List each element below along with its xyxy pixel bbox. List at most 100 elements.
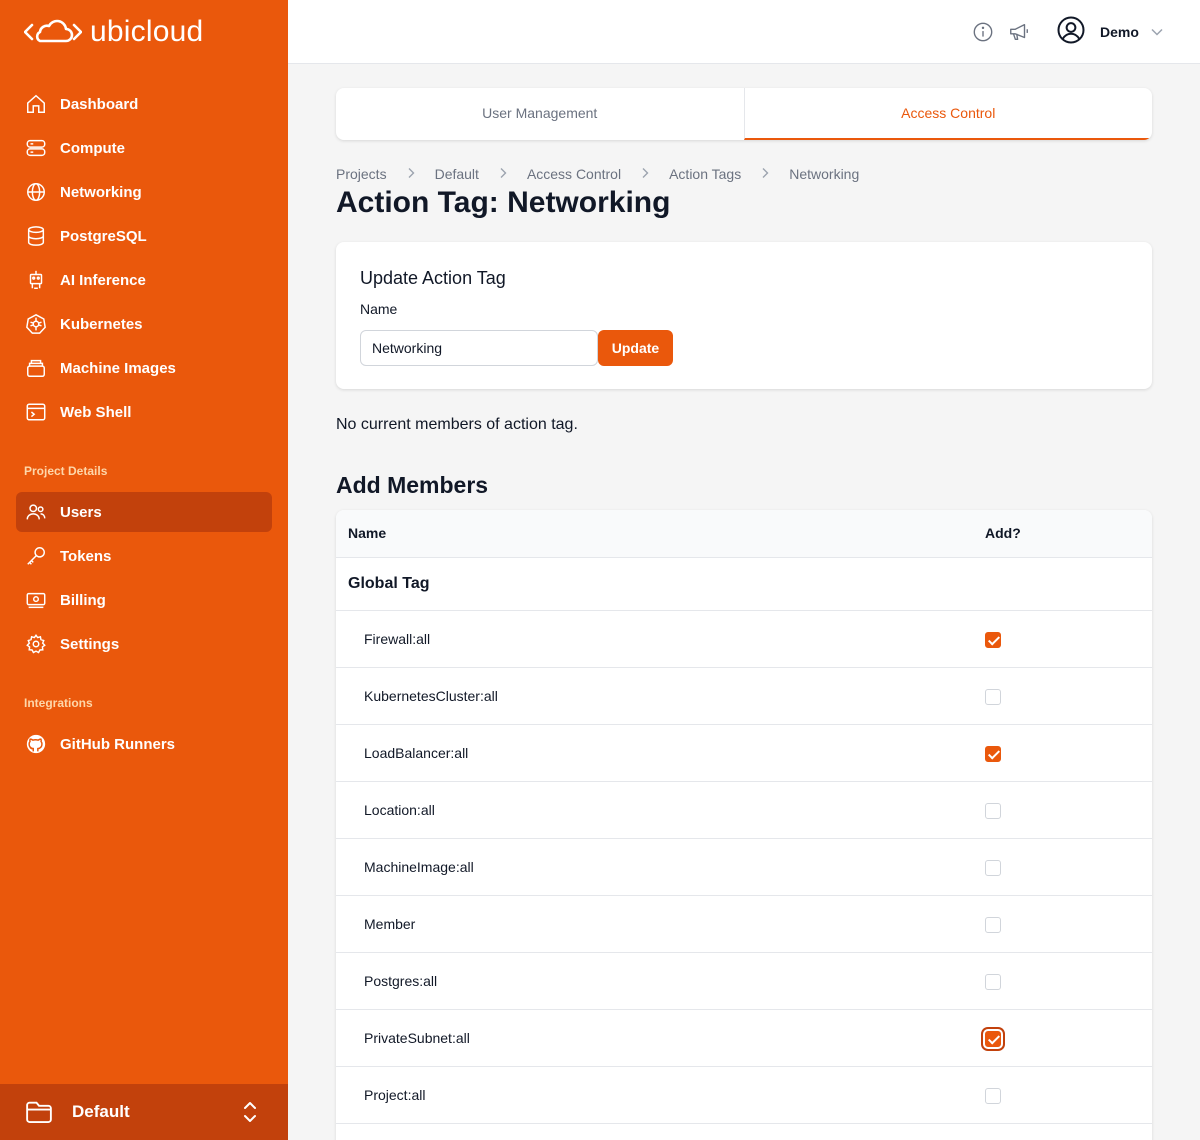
sidebar-item-postgresql[interactable]: PostgreSQL <box>16 216 272 256</box>
sidebar-item-label: PostgreSQL <box>60 227 147 245</box>
page-title: Action Tag: Networking <box>336 186 671 219</box>
info-icon[interactable] <box>971 20 995 44</box>
add-checkbox[interactable] <box>985 803 1001 819</box>
update-button[interactable]: Update <box>598 330 673 366</box>
tab-user-management[interactable]: User Management <box>336 88 744 140</box>
key-icon <box>24 544 48 568</box>
sidebar-item-label: Users <box>60 503 102 521</box>
brand-logo[interactable]: ubicloud <box>24 14 203 50</box>
home-icon <box>24 92 48 116</box>
folder-icon <box>24 1097 54 1127</box>
breadcrumb-item[interactable]: Access Control <box>527 166 621 182</box>
sidebar-item-github-runners[interactable]: GitHub Runners <box>16 724 272 764</box>
users-icon <box>24 500 48 524</box>
billing-icon <box>24 588 48 612</box>
add-checkbox[interactable] <box>985 1031 1001 1047</box>
megaphone-icon[interactable] <box>1007 20 1031 44</box>
sidebar-item-machine-images[interactable]: Machine Images <box>16 348 272 388</box>
section-label-project-details: Project Details <box>24 464 108 478</box>
breadcrumb-item[interactable]: Projects <box>336 166 387 182</box>
chevron-down-icon <box>1151 23 1163 41</box>
table-row: Firewall:all <box>336 611 1152 668</box>
sidebar-item-settings[interactable]: Settings <box>16 624 272 664</box>
table-row: Location:all <box>336 782 1152 839</box>
add-checkbox[interactable] <box>985 632 1001 648</box>
top-bar: Demo <box>288 0 1200 64</box>
chevron-right-icon <box>641 166 649 182</box>
server-icon <box>24 136 48 160</box>
member-label: PrivateSubnet:all <box>364 1030 470 1046</box>
table-row: Member <box>336 896 1152 953</box>
sidebar-item-tokens[interactable]: Tokens <box>16 536 272 576</box>
table-row: LoadBalancer:all <box>336 725 1152 782</box>
breadcrumb: Projects Default Access Control Action T… <box>336 164 859 184</box>
project-nav: Users Tokens Billing Settings <box>16 492 272 668</box>
add-checkbox[interactable] <box>985 917 1001 933</box>
sidebar-item-networking[interactable]: Networking <box>16 172 272 212</box>
member-label: Location:all <box>364 802 435 818</box>
no-members-text: No current members of action tag. <box>336 416 578 433</box>
add-checkbox[interactable] <box>985 1088 1001 1104</box>
github-icon <box>24 732 48 756</box>
sidebar-item-label: AI Inference <box>60 271 146 289</box>
sidebar-item-billing[interactable]: Billing <box>16 580 272 620</box>
member-label: Member <box>364 916 416 932</box>
sidebar-item-label: Web Shell <box>60 403 132 421</box>
member-label: KubernetesCluster:all <box>364 688 498 704</box>
name-label: Name <box>360 301 398 317</box>
tab-access-control[interactable]: Access Control <box>743 88 1152 140</box>
table-row: PrivateSubnet:all <box>336 1010 1152 1067</box>
column-header-add: Add? <box>985 525 1021 541</box>
sidebar-item-label: Compute <box>60 139 125 157</box>
user-name: Demo <box>1100 24 1139 40</box>
integrations-nav: GitHub Runners <box>16 724 272 768</box>
sidebar-item-label: Tokens <box>60 547 112 565</box>
chevron-right-icon <box>499 166 507 182</box>
add-checkbox[interactable] <box>985 860 1001 876</box>
member-label: Firewall:all <box>364 631 431 647</box>
sidebar-item-users[interactable]: Users <box>16 492 272 532</box>
robot-icon <box>24 268 48 292</box>
group-row: Global Tag <box>336 558 1152 611</box>
table-header: Name Add? <box>336 510 1152 558</box>
table-row: Project:all <box>336 1067 1152 1124</box>
table-row: KubernetesCluster:all <box>336 668 1152 725</box>
sidebar-item-label: Kubernetes <box>60 315 143 333</box>
sidebar-item-label: Machine Images <box>60 359 176 377</box>
chevron-up-down-icon <box>242 1100 258 1129</box>
sidebar-item-label: Networking <box>60 183 142 201</box>
layers-icon <box>24 356 48 380</box>
add-checkbox[interactable] <box>985 746 1001 762</box>
breadcrumb-item[interactable]: Default <box>435 166 479 182</box>
breadcrumb-item[interactable]: Action Tags <box>669 166 741 182</box>
sidebar-item-compute[interactable]: Compute <box>16 128 272 168</box>
table-row: Postgres:all <box>336 953 1152 1010</box>
gear-icon <box>24 632 48 656</box>
project-switcher[interactable]: Default <box>0 1084 288 1140</box>
name-input[interactable] <box>360 330 598 366</box>
breadcrumb-item[interactable]: Networking <box>789 166 859 182</box>
sidebar-item-label: Dashboard <box>60 95 139 113</box>
sidebar-item-dashboard[interactable]: Dashboard <box>16 84 272 124</box>
section-label-integrations: Integrations <box>24 696 93 710</box>
brand-name: ubicloud <box>90 15 204 48</box>
chevron-right-icon <box>407 166 415 182</box>
sidebar-item-label: GitHub Runners <box>60 735 175 753</box>
sidebar-item-kubernetes[interactable]: Kubernetes <box>16 304 272 344</box>
sidebar: ubicloud Dashboard Compute Networking Po… <box>0 0 288 1140</box>
card-title: Update Action Tag <box>360 268 506 288</box>
sidebar-item-label: Billing <box>60 591 106 609</box>
add-checkbox[interactable] <box>985 689 1001 705</box>
terminal-icon <box>24 400 48 424</box>
project-switcher-label: Default <box>72 1102 130 1121</box>
sidebar-item-ai-inference[interactable]: AI Inference <box>16 260 272 300</box>
sidebar-item-web-shell[interactable]: Web Shell <box>16 392 272 432</box>
sidebar-item-label: Settings <box>60 635 120 653</box>
tabs: User Management Access Control <box>336 88 1152 140</box>
add-checkbox[interactable] <box>985 974 1001 990</box>
group-label: Global Tag <box>348 575 430 592</box>
user-menu[interactable]: Demo <box>1056 16 1163 48</box>
kubernetes-icon <box>24 312 48 336</box>
table-row: MachineImage:all <box>336 839 1152 896</box>
update-action-tag-card: Update Action Tag Name Update <box>336 242 1152 389</box>
